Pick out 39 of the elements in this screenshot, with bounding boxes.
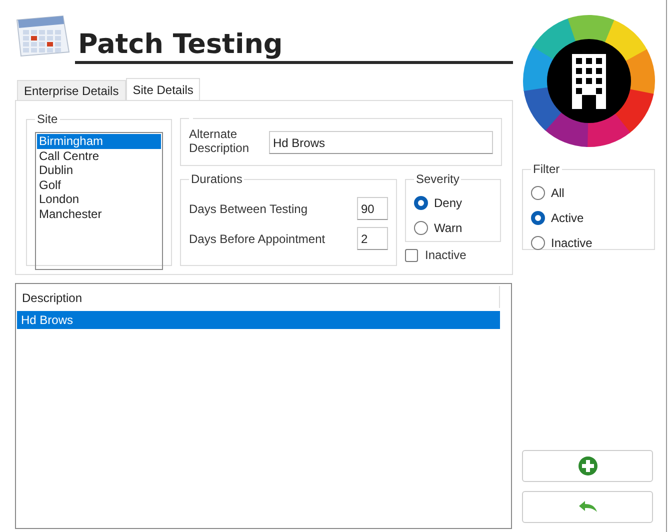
input-field[interactable]: 90 (357, 197, 388, 220)
list-item[interactable]: Golf (37, 178, 161, 192)
checkbox-label: Inactive (425, 248, 466, 262)
undo-icon (578, 500, 598, 514)
calendar-icon (16, 15, 70, 57)
list-item[interactable]: Birmingham (37, 134, 161, 148)
radio-button[interactable] (414, 220, 428, 234)
checkbox[interactable] (405, 248, 418, 262)
column-header[interactable]: Description (17, 286, 500, 308)
input-field[interactable]: Hd Brows (269, 131, 493, 154)
site-list[interactable]: Birmingham Call Centre Dublin Golf London Manchester (35, 132, 163, 270)
radio-label: Deny (434, 196, 462, 210)
tab[interactable]: Enterprise Details (17, 80, 126, 100)
plus-icon (578, 456, 598, 476)
field-label: Alternate Description (189, 127, 250, 155)
list-item[interactable]: Dublin (37, 163, 161, 178)
group-label: Severity (415, 172, 460, 186)
list-item[interactable]: London (37, 192, 161, 206)
grid-row[interactable]: Hd Brows (17, 311, 500, 329)
logo-icon (523, 15, 655, 147)
page-title: Patch Testing (75, 29, 513, 64)
list-item[interactable]: Call Centre (37, 148, 161, 163)
radio-label: All (551, 186, 564, 200)
radio-label: Inactive (551, 236, 592, 250)
group-label: Filter (532, 162, 561, 176)
tab[interactable]: Site Details (126, 78, 200, 100)
add-button[interactable] (522, 450, 653, 482)
radio-button[interactable] (414, 196, 428, 210)
group-label: Site (36, 112, 59, 126)
radio-button[interactable] (531, 210, 545, 224)
input-field[interactable]: 2 (357, 227, 388, 250)
group-label: Durations (190, 172, 244, 186)
radio-label: Warn (434, 220, 462, 234)
field-label: Days Before Appointment (189, 232, 326, 246)
radio-label: Active (551, 210, 584, 224)
field-label: Days Between Testing (189, 202, 308, 216)
list-item[interactable]: Manchester (37, 206, 161, 221)
radio-button[interactable] (531, 186, 545, 200)
radio-button[interactable] (531, 236, 545, 250)
